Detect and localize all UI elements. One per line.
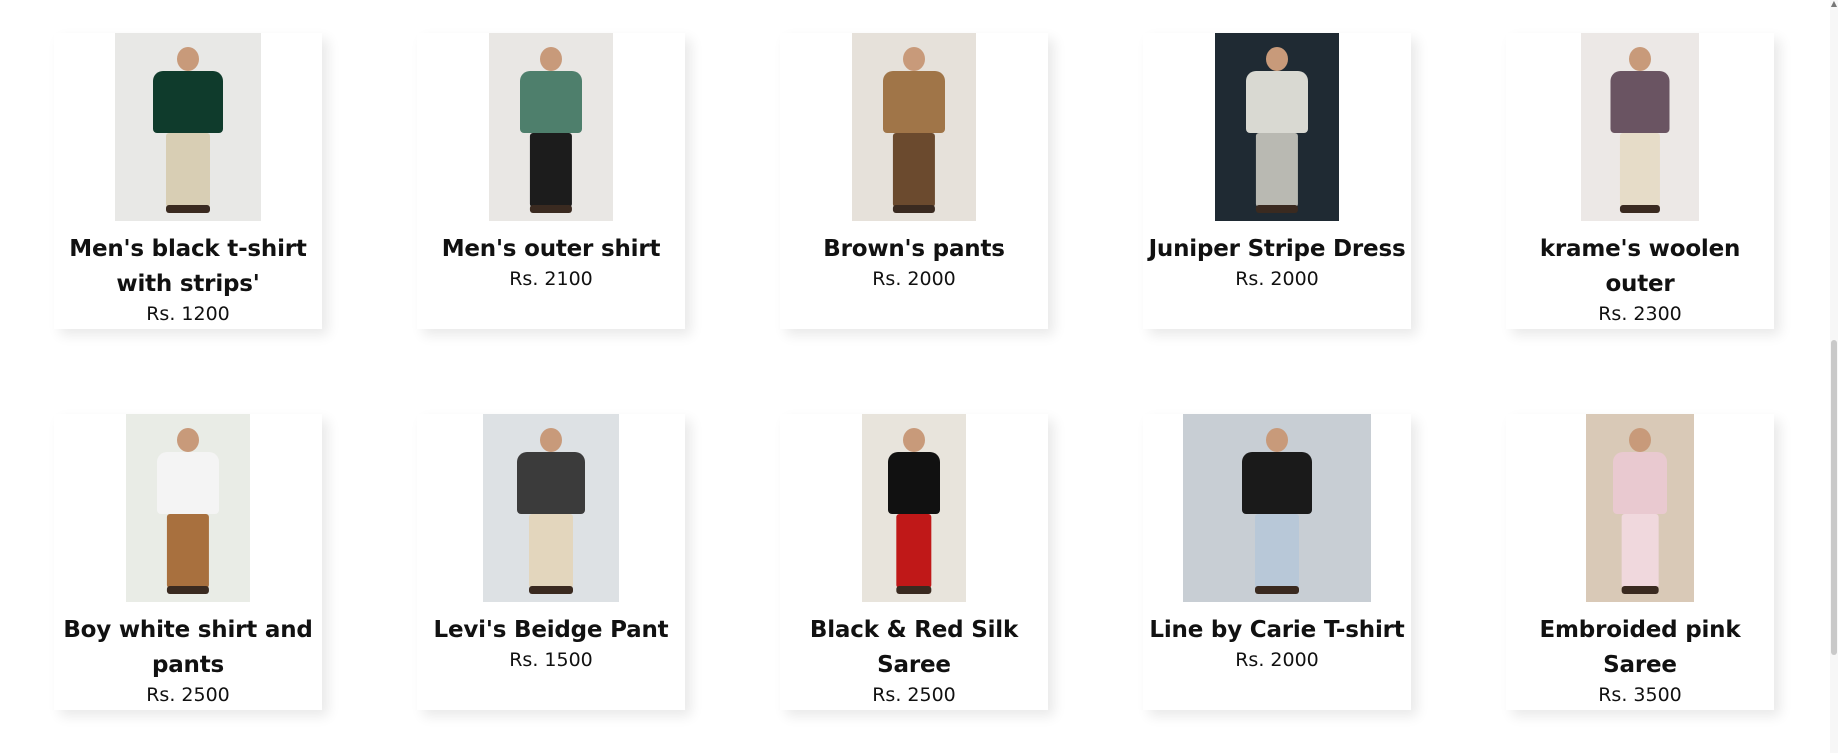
product-name[interactable]: Juniper Stripe Dress [1145, 232, 1410, 267]
boy-beige-pant-image[interactable] [483, 414, 619, 602]
product-price: Rs. 2000 [1235, 649, 1319, 671]
vertical-scrollbar[interactable]: ▲ [1830, 0, 1838, 753]
product-price: Rs. 1500 [509, 649, 593, 671]
woman-pink-saree-image[interactable] [1586, 414, 1694, 602]
woman-striped-tshirt-image[interactable] [1183, 414, 1371, 602]
product-price: Rs. 2000 [872, 268, 956, 290]
man-brown-pants-image[interactable] [852, 33, 976, 221]
product-card[interactable]: Men's outer shirt Rs. 2100 [417, 33, 685, 329]
product-card[interactable]: Boy white shirt and pants Rs. 2500 [54, 414, 322, 710]
product-name[interactable]: Men's black t-shirt with strips' [54, 232, 322, 302]
product-card[interactable]: Black & Red Silk Saree Rs. 2500 [780, 414, 1048, 710]
girl-woolen-outer-image[interactable] [1581, 33, 1699, 221]
product-price: Rs. 1200 [146, 303, 230, 325]
woman-red-saree-image[interactable] [862, 414, 966, 602]
product-price: Rs. 2500 [872, 684, 956, 706]
product-price: Rs. 2300 [1598, 303, 1682, 325]
product-price: Rs. 2000 [1235, 268, 1319, 290]
boy-white-shirt-image[interactable] [126, 414, 250, 602]
man-outer-shirt-image[interactable] [489, 33, 613, 221]
product-card[interactable]: Embroided pink Saree Rs. 3500 [1506, 414, 1774, 710]
product-price: Rs. 2500 [146, 684, 230, 706]
man-green-tshirt-image[interactable] [115, 33, 261, 221]
product-name[interactable]: Boy white shirt and pants [54, 613, 322, 683]
product-price: Rs. 2100 [509, 268, 593, 290]
product-card[interactable]: Men's black t-shirt with strips' Rs. 1200 [54, 33, 322, 329]
product-name[interactable]: krame's woolen outer [1506, 232, 1774, 302]
scrollbar-thumb[interactable] [1831, 340, 1837, 655]
product-card[interactable]: Line by Carie T-shirt Rs. 2000 [1143, 414, 1411, 710]
girl-stripe-dress-image[interactable] [1215, 33, 1339, 221]
product-card[interactable]: krame's woolen outer Rs. 2300 [1506, 33, 1774, 329]
product-card[interactable]: Brown's pants Rs. 2000 [780, 33, 1048, 329]
scroll-up-arrow-icon[interactable]: ▲ [1830, 0, 1838, 8]
product-price: Rs. 3500 [1598, 684, 1682, 706]
product-name[interactable]: Embroided pink Saree [1506, 613, 1774, 683]
product-name[interactable]: Black & Red Silk Saree [780, 613, 1048, 683]
product-grid: Men's black t-shirt with strips' Rs. 1200… [54, 33, 1774, 710]
product-card[interactable]: Levi's Beidge Pant Rs. 1500 [417, 414, 685, 710]
product-name[interactable]: Brown's pants [819, 232, 1008, 267]
product-name[interactable]: Men's outer shirt [438, 232, 665, 267]
product-name[interactable]: Line by Carie T-shirt [1145, 613, 1408, 648]
product-card[interactable]: Juniper Stripe Dress Rs. 2000 [1143, 33, 1411, 329]
product-name[interactable]: Levi's Beidge Pant [430, 613, 673, 648]
